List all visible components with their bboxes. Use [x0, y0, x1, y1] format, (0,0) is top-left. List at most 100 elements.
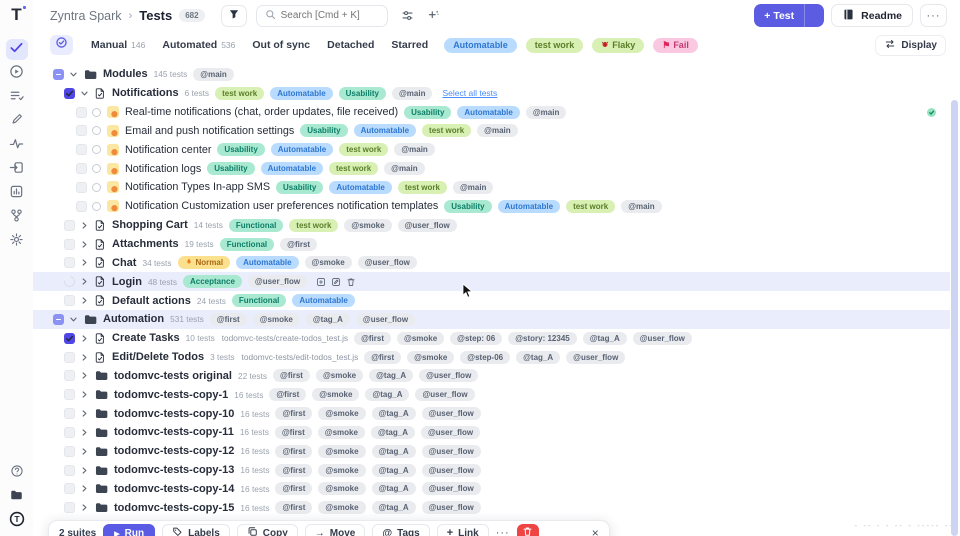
row-checkbox[interactable]: [76, 107, 87, 118]
tag-chip[interactable]: @tag_A: [306, 313, 350, 326]
label-chip[interactable]: Automatable: [354, 124, 416, 137]
folder-row[interactable]: Modules145 tests@main: [33, 65, 950, 84]
tag-chip[interactable]: @tag_A: [516, 351, 560, 364]
chevron-down-icon[interactable]: [805, 11, 819, 20]
tags-button[interactable]: @Tags: [372, 524, 429, 536]
chevron-right-icon[interactable]: [80, 428, 89, 437]
link-button[interactable]: +Link: [437, 524, 489, 536]
tag-chip[interactable]: @tag_A: [583, 332, 627, 345]
label-chip[interactable]: Usability: [300, 124, 347, 137]
suite-row[interactable]: Login48 testsAcceptance@user_flow: [33, 272, 950, 291]
suite-row[interactable]: Create Tasks10 teststodomvc-tests/create…: [33, 329, 950, 348]
vertical-scrollbar[interactable]: [951, 100, 958, 536]
tag-chip[interactable]: @smoke: [318, 445, 365, 458]
tag-chip[interactable]: @user_flow: [398, 219, 457, 232]
row-checkbox[interactable]: [64, 88, 75, 99]
row-checkbox[interactable]: [76, 182, 87, 193]
add-sparkle-icon[interactable]: [427, 9, 440, 22]
test-row[interactable]: Email and push notification settingsUsab…: [33, 122, 950, 141]
label-chip[interactable]: Automatable: [292, 294, 354, 307]
suite-name[interactable]: Chat: [112, 257, 136, 269]
tag-chip[interactable]: @smoke: [407, 351, 454, 364]
tag-chip[interactable]: @main: [394, 143, 434, 156]
sidebar-item-import[interactable]: [6, 159, 28, 180]
suite-name[interactable]: Edit/Delete Todos: [112, 351, 204, 363]
suite-name[interactable]: todomvc-tests-copy-15: [114, 502, 234, 514]
delete-button[interactable]: [517, 524, 539, 536]
suite-name[interactable]: todomvc-tests-copy-10: [114, 408, 234, 420]
suite-name[interactable]: Attachments: [112, 238, 179, 250]
label-chip[interactable]: Usability: [404, 106, 451, 119]
selected-suites-link[interactable]: 2 suites: [59, 528, 96, 536]
label-chip[interactable]: Usability: [217, 143, 264, 156]
sidebar-item-tests[interactable]: [6, 39, 28, 60]
row-checkbox[interactable]: [64, 370, 75, 381]
suite-name[interactable]: todomvc-tests-copy-11: [114, 426, 234, 438]
row-checkbox[interactable]: [76, 125, 87, 136]
tag-chip[interactable]: @tag_A: [372, 501, 416, 514]
chevron-right-icon[interactable]: [80, 409, 89, 418]
tag-chip[interactable]: @smoke: [318, 407, 365, 420]
tag-chip[interactable]: @first: [280, 238, 317, 251]
label-chip[interactable]: test work: [289, 219, 338, 232]
label-chip[interactable]: Functional: [229, 219, 283, 232]
label-chip[interactable]: test work: [398, 181, 447, 194]
tag-chip[interactable]: @smoke: [316, 369, 363, 382]
folder-name[interactable]: Modules: [103, 68, 148, 80]
sidebar-item-pulse[interactable]: [6, 135, 28, 156]
label-chip[interactable]: Normal: [178, 256, 231, 269]
label-chip[interactable]: Automatable: [270, 87, 332, 100]
label-chip[interactable]: test work: [215, 87, 264, 100]
test-row[interactable]: Notification Types In-app SMSUsabilityAu…: [33, 178, 950, 197]
chevron-right-icon[interactable]: [80, 353, 89, 362]
tag-chip[interactable]: @tag_A: [371, 426, 415, 439]
tag-chip[interactable]: @user_flow: [633, 332, 692, 345]
label-chip[interactable]: ⚑Fail: [653, 38, 698, 53]
suite-name[interactable]: Create Tasks: [112, 332, 180, 344]
new-test-button[interactable]: + Test: [754, 4, 824, 27]
filter-item-manual[interactable]: Manual146: [91, 39, 145, 51]
suite-row[interactable]: Edit/Delete Todos3 teststodomvc-tests/ed…: [33, 348, 950, 367]
test-status-circle-icon[interactable]: [92, 183, 101, 192]
label-chip[interactable]: Functional: [220, 238, 274, 251]
tag-chip[interactable]: @user_flow: [358, 256, 417, 269]
test-status-circle-icon[interactable]: [92, 108, 101, 117]
tag-chip[interactable]: @user_flow: [356, 313, 415, 326]
suite-row[interactable]: todomvc-tests original22 tests@first@smo…: [33, 367, 950, 386]
tag-chip[interactable]: @tag_A: [372, 482, 416, 495]
tag-chip[interactable]: @main: [453, 181, 493, 194]
test-status-circle-icon[interactable]: [92, 202, 101, 211]
app-logo[interactable]: T: [0, 0, 33, 30]
copy-button[interactable]: Copy: [237, 524, 298, 536]
label-chip[interactable]: test work: [566, 200, 615, 213]
close-bar-button[interactable]: ×: [592, 526, 599, 536]
label-chip[interactable]: Automatable: [498, 200, 560, 213]
chevron-down-icon[interactable]: [80, 89, 89, 98]
tag-chip[interactable]: @tag_A: [365, 388, 409, 401]
tag-chip[interactable]: @user_flow: [566, 351, 625, 364]
suite-name[interactable]: Login: [112, 276, 142, 288]
test-row[interactable]: Real-time notifications (chat, order upd…: [33, 103, 950, 122]
tag-chip[interactable]: @user_flow: [422, 501, 481, 514]
row-checkbox[interactable]: [76, 144, 87, 155]
tag-chip[interactable]: @main: [193, 68, 233, 81]
label-chip[interactable]: Usability: [276, 181, 323, 194]
tag-chip[interactable]: @user_flow: [422, 445, 481, 458]
folder-row[interactable]: Automation531 tests@first@smoke@tag_A@us…: [33, 310, 950, 329]
chevron-right-icon[interactable]: [80, 221, 89, 230]
tag-chip[interactable]: @tag_A: [369, 369, 413, 382]
suite-row[interactable]: todomvc-tests-copy-1016 tests@first@smok…: [33, 404, 950, 423]
label-chip[interactable]: Automatable: [329, 181, 391, 194]
sidebar-item-help[interactable]: [6, 463, 28, 484]
suite-name[interactable]: todomvc-tests original: [114, 370, 232, 382]
row-checkbox[interactable]: [64, 333, 75, 344]
chevron-down-icon[interactable]: [69, 70, 78, 79]
select-all-tests-link[interactable]: Select all tests: [442, 88, 497, 98]
tag-chip[interactable]: @smoke: [253, 313, 300, 326]
labels-button[interactable]: Labels: [162, 524, 230, 536]
tag-chip[interactable]: @tag_A: [372, 445, 416, 458]
tag-chip[interactable]: @first: [273, 369, 310, 382]
tag-chip[interactable]: @first: [210, 313, 247, 326]
test-row[interactable]: Notification logsUsabilityAutomatabletes…: [33, 159, 950, 178]
filter-item-out-of-sync[interactable]: Out of sync: [252, 39, 310, 51]
